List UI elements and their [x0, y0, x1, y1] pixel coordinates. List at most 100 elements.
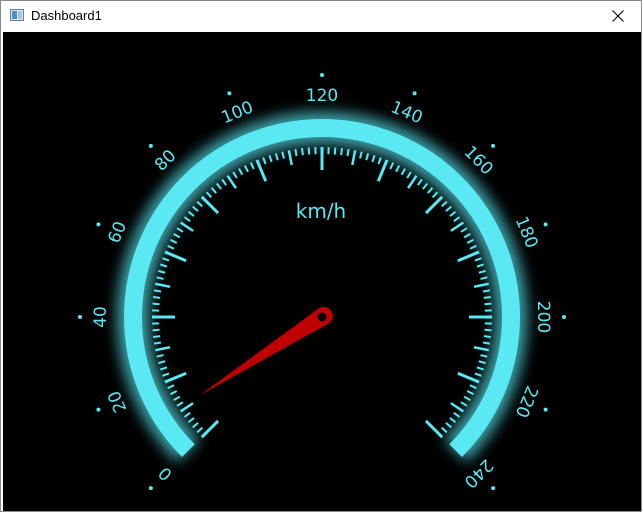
dashboard-canvas: 0 20 40 60 80 100 120 140 160 180 200 220 240 km/h: [3, 32, 641, 511]
gauge-tick: [238, 168, 244, 176]
speedometer-gauge: 020406080100120140160180200220240 km/h: [78, 73, 566, 492]
gauge-tick-label: 20: [104, 388, 131, 416]
gauge-tick: [281, 151, 285, 159]
gauge-tick: [473, 282, 489, 288]
gauge-tick: [153, 289, 162, 293]
gauge-outer-dot: [320, 73, 324, 77]
gauge-tick: [445, 422, 452, 429]
gauge-tick: [158, 269, 166, 274]
gauge-outer-dot: [78, 315, 82, 319]
app-window: Dashboard1 0 20 40 60 80 100 120 140 160 180 200 22…: [0, 0, 642, 512]
gauge-tick: [196, 426, 203, 434]
gauge-tick: [200, 195, 220, 215]
gauge-tick: [377, 157, 382, 165]
gauge-needle: [199, 306, 333, 396]
gauge-tick: [160, 366, 168, 371]
gauge-tick: [406, 171, 412, 179]
gauge-tick: [183, 216, 191, 223]
gauge-tick: [482, 341, 491, 345]
needle-hub: [317, 312, 327, 322]
gauge-tick: [484, 302, 492, 306]
gauge-outer-dot: [148, 486, 153, 491]
gauge-tick: [167, 384, 175, 390]
gauge-tick: [469, 244, 477, 250]
gauge-tick: [340, 148, 343, 156]
gauge-ring: [124, 119, 520, 457]
gauge-tick: [170, 238, 178, 244]
gauge-tick: [152, 328, 160, 332]
gauge-tick-label: 180: [511, 214, 542, 252]
gauge-outer-dot: [412, 91, 417, 96]
gauge-tick: [183, 411, 191, 418]
gauge-outer-dot: [96, 222, 101, 227]
gauge-tick: [301, 148, 304, 156]
gauge-tick: [480, 354, 488, 358]
gauge-tick: [395, 165, 401, 173]
gauge-tick: [460, 227, 468, 233]
gauge-outer-dot: [96, 407, 101, 412]
gauge-tick: [427, 187, 434, 194]
gauge-tick-label: 120: [306, 86, 338, 106]
gauge-tick: [152, 302, 160, 306]
gauge-tick-label: 40: [91, 306, 111, 328]
gauge-tick: [453, 411, 461, 418]
gauge-tick: [153, 341, 162, 345]
close-button[interactable]: [595, 1, 641, 31]
gauge-tick: [176, 227, 184, 233]
gauge-tick: [205, 191, 213, 198]
gauge-tick: [463, 395, 471, 401]
gauge-tick: [351, 150, 357, 166]
gauge-outer-dot: [491, 486, 496, 491]
gauge-tick: [187, 210, 195, 217]
gauge-tick: [441, 426, 448, 434]
gauge-tick: [424, 195, 444, 215]
gauge-tick: [187, 417, 195, 424]
gauge-tick: [478, 269, 486, 274]
gauge-tick: [416, 178, 423, 186]
gauge-outer-dot: [148, 143, 153, 148]
gauge-tick: [294, 148, 298, 157]
gauge-tick: [170, 390, 178, 396]
gauge-tick: [474, 257, 482, 262]
gauge-tick: [179, 221, 194, 232]
gauge-tick: [441, 200, 448, 208]
gauge-tick-label: 100: [219, 97, 257, 128]
unit-label: km/h: [296, 199, 346, 223]
gauge-tick: [450, 221, 465, 232]
gauge-tick: [476, 263, 484, 268]
gauge-tick: [215, 182, 222, 190]
gauge-tick: [473, 346, 489, 352]
gauge-tick: [167, 244, 175, 250]
gauge-tick: [173, 395, 181, 401]
gauge-tick: [483, 335, 491, 338]
gauge-tick: [192, 422, 199, 429]
gauge-tick: [307, 147, 311, 155]
gauge-tick: [192, 205, 199, 212]
gauge-tick: [155, 346, 171, 352]
gauge-tick: [463, 233, 471, 239]
gauge-tick: [407, 174, 418, 189]
gauge-tick: [196, 200, 203, 208]
gauge-tick: [153, 335, 161, 338]
gauge-tick: [474, 372, 482, 377]
gauge-tick: [162, 372, 170, 377]
gauge-tick: [483, 296, 491, 299]
close-icon: [612, 10, 624, 22]
gauge-tick: [156, 276, 164, 280]
gauge-tick: [226, 174, 237, 189]
gauge-tick: [262, 157, 267, 165]
gauge-outer-dot: [562, 315, 566, 319]
gauge-tick: [274, 153, 279, 161]
gauge-tick: [450, 402, 465, 413]
gauge-tick: [469, 384, 477, 390]
gauge-tick: [449, 417, 457, 424]
title-bar[interactable]: Dashboard1: [1, 1, 641, 31]
gauge-tick-label: 200: [533, 301, 553, 333]
gauge-tick-label: 220: [511, 383, 542, 421]
gauge-tick: [173, 233, 181, 239]
gauge-tick: [346, 148, 350, 157]
window-app-icon: [10, 9, 24, 21]
gauge-tick: [155, 282, 171, 288]
gauge-tick: [176, 401, 184, 407]
gauge-tick: [287, 150, 293, 166]
